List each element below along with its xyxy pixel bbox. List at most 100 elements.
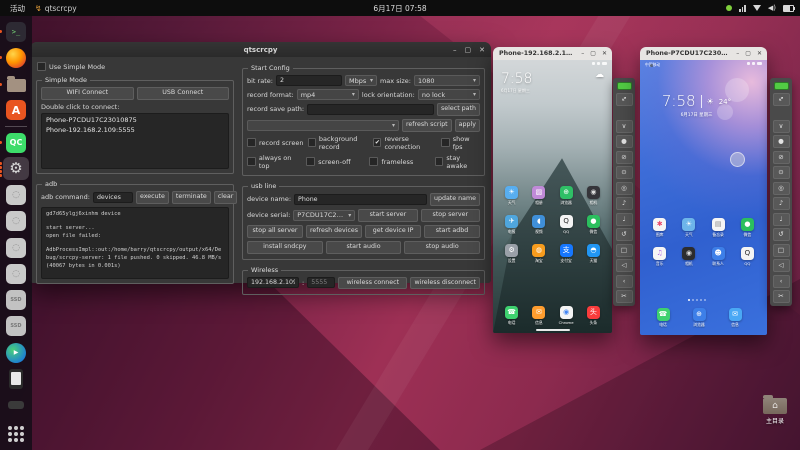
app-settings[interactable]: ⚙ 设置 bbox=[498, 244, 525, 264]
back-button[interactable]: ◁ bbox=[615, 259, 633, 272]
screen-off-button[interactable]: ⊘ bbox=[772, 150, 790, 164]
volume-down-button[interactable]: ♩ bbox=[615, 212, 633, 226]
record-screen-checkbox[interactable]: record screen bbox=[247, 138, 305, 148]
terminate-button[interactable]: terminate bbox=[171, 190, 211, 204]
device-list[interactable]: Phone-P7CDU17C23010875 Phone-192.168.2.1… bbox=[41, 112, 229, 169]
lock-orientation-combo[interactable]: no lock ▾ bbox=[417, 89, 480, 100]
screenshot-button[interactable]: ✂ bbox=[615, 290, 633, 303]
app-phone[interactable]: ☎ 电话 bbox=[498, 306, 525, 326]
app-messages[interactable]: ✉ 信息 bbox=[525, 306, 552, 326]
usb-connect-button[interactable]: USB Connect bbox=[136, 87, 229, 100]
always-on-top-checkbox[interactable]: always on top bbox=[247, 154, 303, 170]
app-music[interactable]: ♫ 音乐 bbox=[645, 247, 674, 267]
bit-rate-input[interactable] bbox=[275, 75, 342, 86]
apply-button[interactable]: apply bbox=[454, 118, 480, 132]
close-button[interactable]: ✕ bbox=[479, 46, 485, 54]
dock-item-remote-app[interactable]: ▶ bbox=[3, 341, 29, 364]
back-button[interactable]: ◁ bbox=[772, 259, 790, 272]
battery-icon[interactable] bbox=[783, 4, 795, 12]
qtscrcpy-titlebar[interactable]: qtscrcpy – ▢ ✕ bbox=[30, 42, 491, 57]
power-button[interactable]: ◎ bbox=[615, 181, 633, 195]
app-chrome[interactable]: ◉ Chrome bbox=[553, 306, 580, 326]
close-button[interactable]: ✕ bbox=[757, 50, 762, 57]
network-icon[interactable] bbox=[752, 5, 761, 11]
app-switch-button[interactable]: ↺ bbox=[615, 228, 633, 241]
device-list-item[interactable]: Phone-192.168.2.109:5555 bbox=[42, 125, 228, 135]
stay-awake-checkbox[interactable]: stay awake bbox=[434, 154, 480, 170]
app-browser[interactable]: ⊕ 浏览器 bbox=[553, 186, 580, 206]
wifi-connect-button[interactable]: WIFI Connect bbox=[41, 87, 134, 100]
dock-item-ssd-1[interactable]: SSD bbox=[3, 288, 29, 311]
app-tmall[interactable]: ◓ 天猫 bbox=[580, 244, 607, 264]
volume-up-button[interactable]: ♪ bbox=[615, 197, 633, 210]
record-save-path-input[interactable] bbox=[307, 103, 434, 115]
script-combo[interactable]: ▾ bbox=[247, 119, 399, 131]
volume-down-button[interactable]: ♩ bbox=[772, 212, 790, 226]
stop-audio-button[interactable]: stop audio bbox=[404, 240, 481, 254]
menu-button[interactable]: ‹ bbox=[615, 274, 633, 288]
wireless-disconnect-button[interactable]: wireless disconnect bbox=[410, 276, 480, 290]
wireless-connect-button[interactable]: wireless connect bbox=[338, 276, 408, 290]
record-format-combo[interactable]: mp4 ▾ bbox=[296, 89, 359, 100]
frameless-checkbox[interactable]: frameless bbox=[369, 157, 432, 167]
wireless-ip-input[interactable] bbox=[247, 277, 299, 289]
maximize-button[interactable]: ▢ bbox=[590, 50, 596, 57]
refresh-script-button[interactable]: refresh script bbox=[401, 118, 452, 132]
adb-command-input[interactable] bbox=[92, 191, 133, 203]
use-simple-mode-checkbox[interactable]: Use Simple Mode bbox=[37, 62, 105, 71]
dock-item-ubuntu-software[interactable]: A bbox=[3, 99, 29, 122]
dock-item-qtscrcpy[interactable]: QC bbox=[0, 131, 29, 154]
dock-item-settings[interactable]: ⚙ bbox=[0, 157, 29, 181]
touch-button[interactable]: ● bbox=[615, 135, 633, 148]
fullscreen-button[interactable]: ↕ bbox=[615, 92, 633, 106]
fullscreen-button[interactable]: ↕ bbox=[772, 92, 790, 106]
dock-item-firefox[interactable] bbox=[0, 46, 29, 69]
execute-button[interactable]: execute bbox=[135, 190, 169, 204]
start-server-button[interactable]: start server bbox=[358, 208, 418, 222]
phone1-titlebar[interactable]: Phone-192.168.2.109:5555 – ▢ ✕ bbox=[493, 47, 612, 60]
max-size-combo[interactable]: 1080 ▾ bbox=[414, 75, 481, 86]
dock-item-files[interactable] bbox=[0, 73, 29, 96]
app-video[interactable]: ◖ 视频 bbox=[525, 215, 552, 235]
app-camera[interactable]: ◉ 相机 bbox=[580, 186, 607, 206]
phone2-clock-widget[interactable]: 7:58 ☀ 24° 6月17日 星期三 bbox=[640, 94, 753, 119]
phone2-screen[interactable]: 中国移动 7:58 ☀ 24° 6月17日 星期三 ✱ 图库 ☀ 天气 ▤ 备忘录 ●… bbox=[640, 60, 767, 335]
app-qq[interactable]: Q QQ bbox=[733, 247, 762, 267]
volume-up-button[interactable]: ♪ bbox=[772, 197, 790, 210]
adb-console-output[interactable]: gd7d65ylgj6xinhm device start server... … bbox=[41, 206, 229, 279]
screen-on-button[interactable]: ⊙ bbox=[772, 166, 790, 179]
minimize-button[interactable]: – bbox=[736, 50, 739, 57]
menu-button[interactable]: ‹ bbox=[772, 274, 790, 288]
app-browser[interactable]: ⊕ 浏览器 bbox=[681, 308, 717, 328]
app-qq[interactable]: Q QQ bbox=[553, 215, 580, 235]
assistive-touch-ball[interactable] bbox=[730, 152, 745, 167]
power-button[interactable]: ◎ bbox=[772, 181, 790, 195]
wireless-port-input[interactable] bbox=[307, 277, 336, 289]
phone2-titlebar[interactable]: Phone-P7CDU17C23010875 – ▢ ✕ bbox=[640, 47, 767, 60]
dock-item-terminal[interactable]: >_ bbox=[0, 20, 29, 43]
app-weather[interactable]: ☀ 天气 bbox=[674, 218, 703, 238]
dock-item-mirror-window-2[interactable]: ◌ bbox=[3, 210, 29, 233]
touch-button[interactable]: ● bbox=[772, 135, 790, 148]
home-button[interactable]: □ bbox=[772, 243, 790, 257]
close-button[interactable]: ✕ bbox=[602, 50, 607, 57]
app-taobao[interactable]: ◍ 淘宝 bbox=[525, 244, 552, 264]
stop-all-server-button[interactable]: stop all server bbox=[247, 224, 303, 238]
phone1-screen[interactable]: 7:58 6月17日 星期三 ☁ ☀ 天气 ▨ 相册 ⊕ 浏览器 ◉ 相机 ✈ 电报 ◖ 视… bbox=[493, 60, 612, 333]
app-telegram[interactable]: ✈ 电报 bbox=[498, 215, 525, 235]
dock-item-mirror-window-1[interactable]: ◌ bbox=[3, 183, 29, 206]
app-gallery[interactable]: ✱ 图库 bbox=[645, 218, 674, 238]
maximize-button[interactable]: ▢ bbox=[745, 50, 751, 57]
device-name-input[interactable] bbox=[294, 193, 427, 205]
dock-item-mirror-window-3[interactable]: ◌ bbox=[3, 236, 29, 259]
clear-button[interactable]: clear bbox=[213, 190, 238, 204]
volume-icon[interactable]: ◀) bbox=[768, 4, 776, 12]
maximize-button[interactable]: ▢ bbox=[465, 46, 472, 54]
show-applications-button[interactable] bbox=[3, 423, 29, 446]
expand-notification-button[interactable]: ∨ bbox=[615, 119, 633, 133]
stop-server-button[interactable]: stop server bbox=[420, 208, 481, 222]
dock-item-phone-device[interactable] bbox=[3, 367, 29, 390]
app-contacts[interactable]: ☻ 联系人 bbox=[704, 247, 733, 267]
screen-off-button[interactable]: ⊘ bbox=[615, 150, 633, 164]
update-name-button[interactable]: update name bbox=[429, 192, 480, 206]
